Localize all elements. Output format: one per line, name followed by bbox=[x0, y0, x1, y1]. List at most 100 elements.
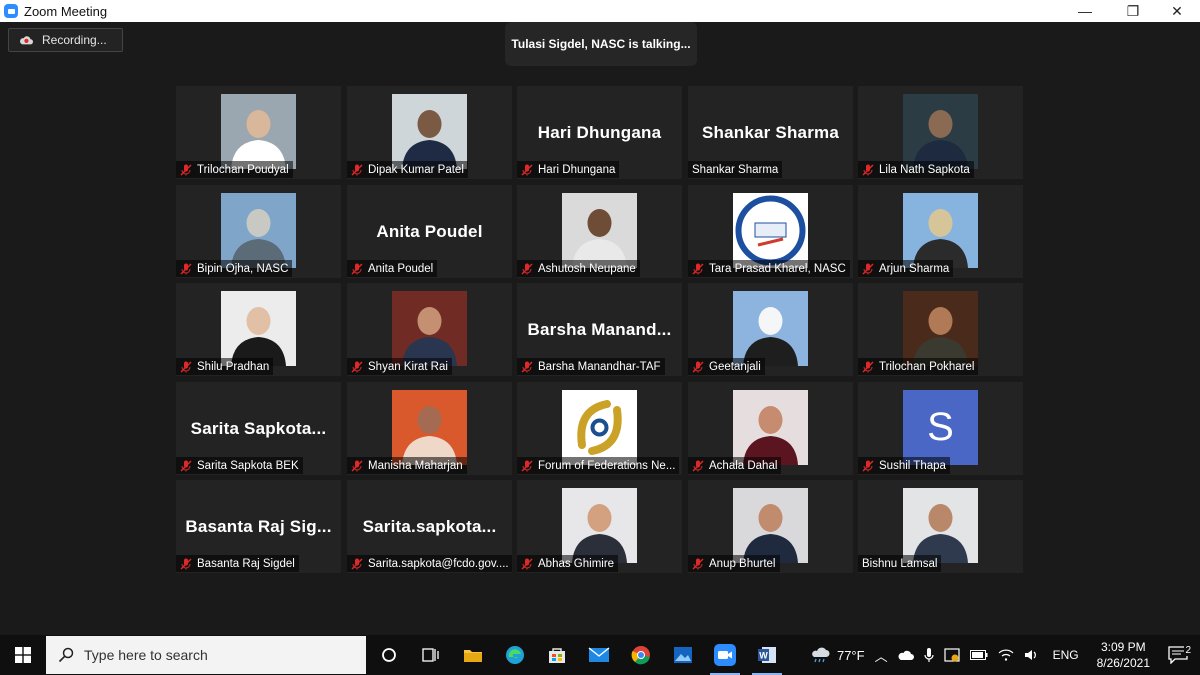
cortana-button[interactable] bbox=[368, 635, 410, 675]
onedrive-tray[interactable] bbox=[893, 650, 919, 661]
participant-name: Trilochan Poudyal bbox=[197, 163, 289, 176]
taskbar-edge[interactable] bbox=[494, 635, 536, 675]
participant-tile[interactable]: Anita Poudel Anita Poudel bbox=[347, 185, 512, 278]
participant-name: Bishnu Lamsal bbox=[862, 557, 938, 570]
participant-tile[interactable]: S Sushil Thapa bbox=[858, 382, 1023, 475]
participant-name-bar: Dipak Kumar Patel bbox=[347, 161, 468, 178]
participant-tile[interactable]: Trilochan Pokharel bbox=[858, 283, 1023, 376]
participant-tile[interactable]: Dipak Kumar Patel bbox=[347, 86, 512, 179]
taskbar-mail[interactable] bbox=[578, 635, 620, 675]
participant-tile[interactable]: Arjun Sharma bbox=[858, 185, 1023, 278]
participant-tile[interactable]: Sarita.sapkota... Sarita.sapkota@fcdo.gov… bbox=[347, 480, 512, 573]
task-view-button[interactable] bbox=[410, 635, 452, 675]
participant-name-bar: Bishnu Lamsal bbox=[858, 555, 942, 572]
word-document-icon: W bbox=[758, 647, 776, 663]
participant-tile[interactable]: Forum of Federations Ne... bbox=[517, 382, 682, 475]
participant-photo bbox=[392, 390, 467, 465]
participant-tile[interactable]: Basanta Raj Sig... Basanta Raj Sigdel bbox=[176, 480, 341, 573]
taskbar-photos[interactable] bbox=[662, 635, 704, 675]
taskbar-zoom[interactable] bbox=[704, 635, 746, 675]
recording-indicator[interactable]: Recording... bbox=[8, 28, 123, 52]
participant-name-bar: Anita Poudel bbox=[347, 260, 438, 277]
participant-photo bbox=[903, 291, 978, 366]
show-hidden-icons[interactable]: ︿ bbox=[870, 646, 893, 665]
muted-mic-icon bbox=[862, 164, 874, 175]
taskbar-file-explorer[interactable] bbox=[452, 635, 494, 675]
participant-photo bbox=[903, 94, 978, 169]
volume-tray[interactable] bbox=[1019, 648, 1045, 662]
weather-widget[interactable]: 77°F bbox=[804, 647, 870, 663]
participant-tile[interactable]: Shyan Kirat Rai bbox=[347, 283, 512, 376]
participant-name: Shankar Sharma bbox=[692, 163, 779, 176]
participant-name-bar: Lila Nath Sapkota bbox=[858, 161, 974, 178]
participant-name-bar: Achala Dahal bbox=[688, 457, 782, 474]
participant-photo bbox=[562, 488, 637, 563]
participant-name: Dipak Kumar Patel bbox=[368, 163, 464, 176]
participant-tile[interactable]: Manisha Maharjan bbox=[347, 382, 512, 475]
participant-logo-avatar bbox=[562, 390, 637, 465]
participant-tile[interactable]: Trilochan Poudyal bbox=[176, 86, 341, 179]
defender-tray[interactable] bbox=[939, 647, 965, 663]
participant-name: Anup Bhurtel bbox=[709, 557, 776, 570]
maximize-button[interactable]: ❐ bbox=[1110, 0, 1156, 22]
taskbar-word[interactable]: W bbox=[746, 635, 788, 675]
participant-name-bar: Anup Bhurtel bbox=[688, 555, 780, 572]
muted-mic-icon bbox=[692, 460, 704, 471]
muted-mic-icon bbox=[862, 361, 874, 372]
participant-photo bbox=[733, 488, 808, 563]
battery-tray[interactable] bbox=[965, 650, 993, 660]
taskbar-search-box[interactable]: Type here to search bbox=[46, 636, 366, 674]
participant-tile[interactable]: Hari Dhungana Hari Dhungana bbox=[517, 86, 682, 179]
participant-tile[interactable]: Geetanjali bbox=[688, 283, 853, 376]
window-title: Zoom Meeting bbox=[24, 3, 108, 19]
wifi-icon bbox=[998, 649, 1014, 661]
participant-tile[interactable]: Barsha Manand... Barsha Manandhar-TAF bbox=[517, 283, 682, 376]
participant-tile[interactable]: Shilu Pradhan bbox=[176, 283, 341, 376]
clock-time: 3:09 PM bbox=[1100, 640, 1146, 654]
participant-name: Arjun Sharma bbox=[879, 262, 950, 275]
mail-icon bbox=[588, 647, 610, 662]
minimize-button[interactable]: — bbox=[1062, 0, 1108, 22]
participant-name: Ashutosh Neupane bbox=[538, 262, 636, 275]
search-placeholder: Type here to search bbox=[84, 647, 208, 663]
taskbar-store[interactable] bbox=[536, 635, 578, 675]
participant-name-bar: Manisha Maharjan bbox=[347, 457, 467, 474]
taskbar-chrome[interactable] bbox=[620, 635, 662, 675]
taskbar-clock[interactable]: 3:09 PM 8/26/2021 bbox=[1087, 639, 1160, 671]
zoom-app-icon bbox=[4, 4, 18, 18]
microphone-tray[interactable] bbox=[919, 647, 939, 663]
start-button[interactable] bbox=[0, 635, 46, 675]
participant-tile[interactable]: Shankar Sharma Shankar Sharma bbox=[688, 86, 853, 179]
window-titlebar: Zoom Meeting — ❐ ✕ bbox=[0, 0, 1200, 22]
participant-tile[interactable]: Bipin Ojha, NASC bbox=[176, 185, 341, 278]
action-center-button[interactable]: 2 bbox=[1160, 645, 1200, 664]
participant-tile[interactable]: Lila Nath Sapkota bbox=[858, 86, 1023, 179]
cloud-recording-icon bbox=[20, 36, 33, 45]
participant-tile[interactable]: Sarita Sapkota... Sarita Sapkota BEK bbox=[176, 382, 341, 475]
system-tray: 77°F ︿ ENG 3:09 PM 8/26/2021 2 bbox=[804, 635, 1200, 675]
zoom-video-icon bbox=[714, 644, 736, 666]
participant-tile[interactable]: Bishnu Lamsal bbox=[858, 480, 1023, 573]
muted-mic-icon bbox=[862, 263, 874, 274]
folder-icon bbox=[464, 650, 482, 662]
participant-tile[interactable]: Anup Bhurtel bbox=[688, 480, 853, 573]
participant-photo bbox=[903, 488, 978, 563]
close-button[interactable]: ✕ bbox=[1154, 0, 1200, 22]
participant-name-bar: Trilochan Pokharel bbox=[858, 358, 979, 375]
participant-name-bar: Arjun Sharma bbox=[858, 260, 954, 277]
participant-name: Achala Dahal bbox=[709, 459, 778, 472]
participant-name-bar: Shilu Pradhan bbox=[176, 358, 274, 375]
participant-name-bar: Trilochan Poudyal bbox=[176, 161, 293, 178]
participant-tile[interactable]: Ashutosh Neupane bbox=[517, 185, 682, 278]
participant-tile[interactable]: Achala Dahal bbox=[688, 382, 853, 475]
participant-tile[interactable]: Tara Prasad Kharel, NASC bbox=[688, 185, 853, 278]
participant-logo-avatar bbox=[733, 193, 808, 268]
muted-mic-icon bbox=[180, 164, 192, 175]
participant-photo bbox=[221, 193, 296, 268]
participant-tile[interactable]: Abhas Ghimire bbox=[517, 480, 682, 573]
participant-photo bbox=[733, 291, 808, 366]
participant-name-bar: Ashutosh Neupane bbox=[517, 260, 640, 277]
participant-name-bar: Tara Prasad Kharel, NASC bbox=[688, 260, 850, 277]
wifi-tray[interactable] bbox=[993, 649, 1019, 661]
language-indicator[interactable]: ENG bbox=[1045, 648, 1087, 662]
